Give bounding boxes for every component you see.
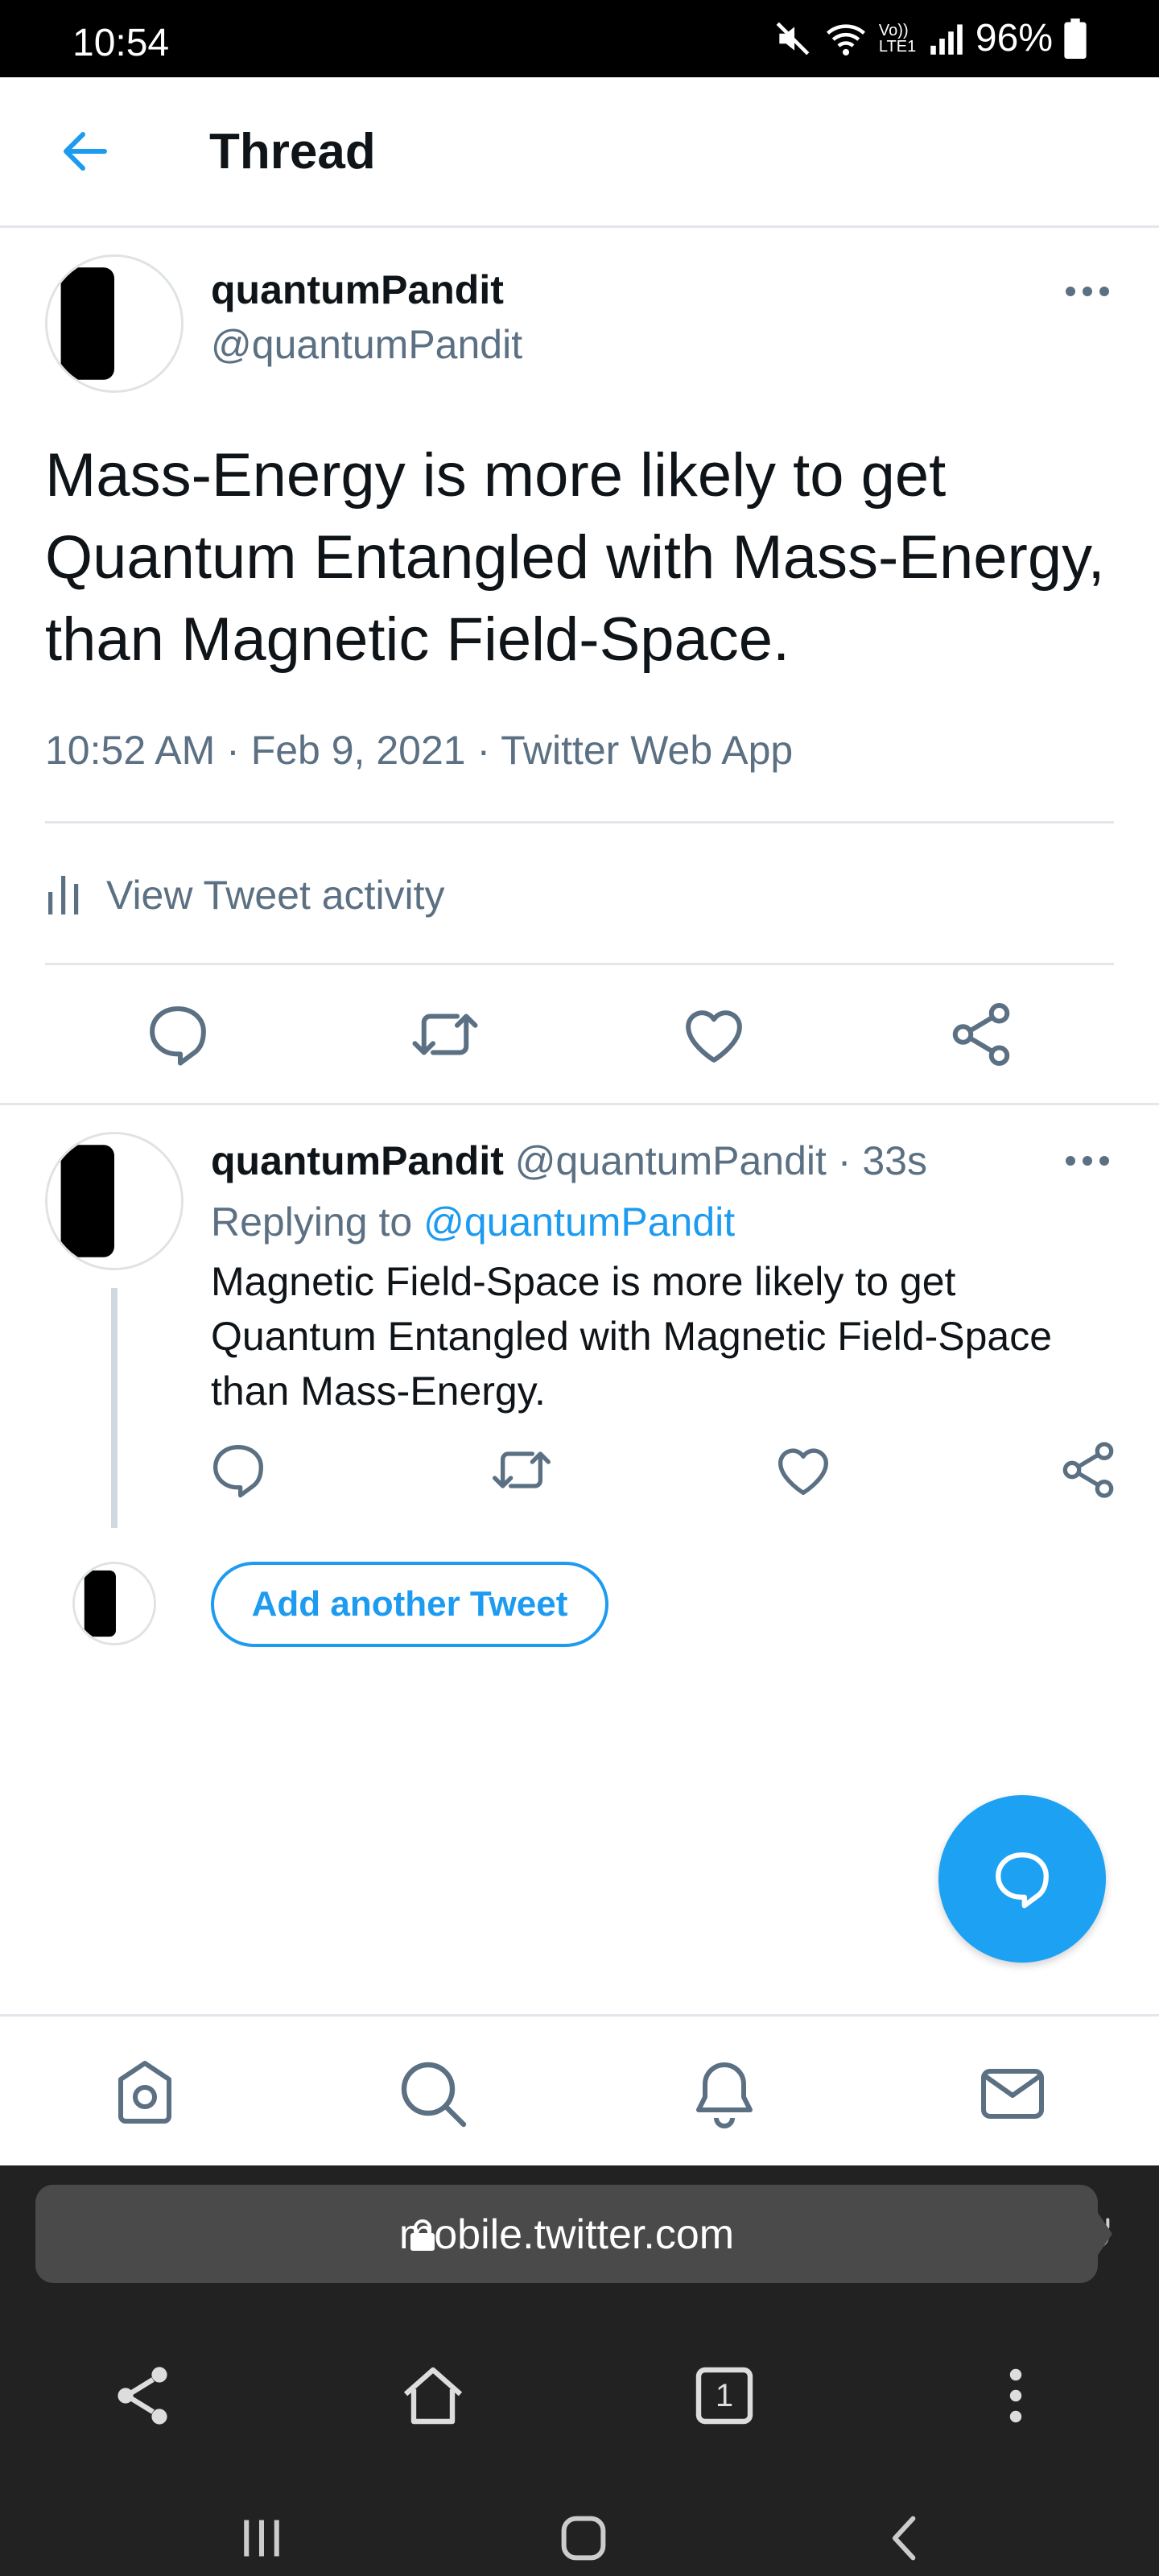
reply-text: Magnetic Field-Space is more likely to g… <box>211 1259 1053 1414</box>
nav-search[interactable] <box>394 2055 472 2132</box>
reply-more-options-button[interactable] <box>1059 1145 1116 1177</box>
author-handle[interactable]: @quantumPandit <box>211 320 522 369</box>
bottom-navigation <box>0 2014 1159 2168</box>
home-circle-icon <box>561 2516 606 2561</box>
battery-icon <box>1064 19 1087 59</box>
avatar-image <box>75 1564 154 1643</box>
browser-chrome: mobile.twitter.com 1 <box>0 2165 1159 2576</box>
tweet-text: Mass-Energy is more likely to get Quantu… <box>45 441 1105 674</box>
divider <box>45 963 1114 965</box>
replying-to: Replying to @quantumPandit <box>211 1196 735 1248</box>
avatar[interactable] <box>45 254 184 393</box>
back-button[interactable] <box>56 122 114 180</box>
nav-messages[interactable] <box>974 2055 1051 2132</box>
share-icon <box>118 2367 167 2425</box>
nav-home[interactable] <box>106 2055 184 2132</box>
more-icon <box>1066 287 1109 296</box>
separator-dot: · <box>837 1138 852 1183</box>
avatar-image <box>47 1134 181 1268</box>
reply-icon <box>213 1445 264 1498</box>
divider <box>0 1103 1159 1105</box>
messages-icon <box>981 2069 1044 2119</box>
status-bar: 10:54 Vo)) LTE1 96% <box>0 0 1159 77</box>
share-icon <box>952 1003 1010 1066</box>
address-bar-arrow <box>1079 2185 1112 2283</box>
reply-button[interactable] <box>142 998 214 1071</box>
system-home-button[interactable] <box>547 2502 620 2574</box>
reply-retweet-button[interactable] <box>489 1438 554 1502</box>
search-icon <box>401 2062 467 2128</box>
recents-icon <box>244 2520 279 2557</box>
tab-count: 1 <box>715 2378 734 2413</box>
retweet-icon <box>493 1451 551 1488</box>
home-icon <box>403 2367 463 2425</box>
reply-share-button[interactable] <box>1056 1438 1120 1502</box>
replying-prefix: Replying to <box>211 1199 413 1245</box>
wifi-icon <box>826 24 865 56</box>
replying-to-link[interactable]: @quantumPandit <box>423 1199 735 1245</box>
retweet-icon <box>412 1013 478 1055</box>
system-recents-button[interactable] <box>225 2502 298 2574</box>
reply-time[interactable]: 33s <box>862 1138 927 1183</box>
browser-share-button[interactable] <box>105 2357 182 2434</box>
reply-icon <box>150 1006 206 1066</box>
reply-icon <box>996 1852 1049 1909</box>
share-icon <box>1062 1442 1114 1498</box>
notifications-icon <box>696 2062 753 2128</box>
activity-icon <box>48 876 79 914</box>
address-bar[interactable]: mobile.twitter.com <box>35 2185 1110 2283</box>
compose-avatar <box>72 1562 156 1645</box>
back-arrow-icon <box>64 132 107 171</box>
reply-like-button[interactable] <box>771 1438 835 1502</box>
mute-icon <box>776 22 810 56</box>
status-icons: Vo)) LTE1 96% <box>773 18 1087 60</box>
author-name[interactable]: quantumPandit <box>211 266 504 314</box>
add-another-tweet-button[interactable]: Add another Tweet <box>211 1562 608 1647</box>
like-button[interactable] <box>678 998 750 1071</box>
more-options-button[interactable] <box>1059 275 1116 308</box>
like-icon <box>777 1448 829 1495</box>
battery-percent: 96% <box>975 17 1053 60</box>
network-label: Vo)) LTE1 <box>878 22 917 56</box>
browser-home-button[interactable] <box>394 2357 472 2434</box>
divider <box>45 821 1114 824</box>
like-icon <box>686 1010 742 1063</box>
browser-tabs-button[interactable]: 1 <box>686 2357 763 2434</box>
reply-reply-button[interactable] <box>206 1438 270 1502</box>
signal-icon <box>930 24 963 55</box>
back-chevron-icon <box>892 2516 916 2561</box>
avatar-image <box>47 257 181 390</box>
reply-header: quantumPandit @quantumPandit · 33s <box>211 1135 927 1187</box>
reply-author-handle[interactable]: @quantumPandit <box>515 1138 827 1183</box>
nav-notifications[interactable] <box>686 2055 763 2132</box>
status-time: 10:54 <box>72 22 170 64</box>
activity-label: View Tweet activity <box>106 873 445 918</box>
thread-header: Thread <box>0 77 1159 228</box>
menu-dots-icon <box>1009 2368 1022 2423</box>
page-title: Thread <box>209 124 376 180</box>
reply-author-name[interactable]: quantumPandit <box>211 1138 504 1183</box>
retweet-button[interactable] <box>409 998 481 1071</box>
url-text: mobile.twitter.com <box>398 2211 735 2258</box>
reply-avatar[interactable] <box>45 1132 184 1270</box>
more-icon <box>1066 1156 1109 1166</box>
thread-connector <box>111 1288 118 1528</box>
home-icon <box>118 2061 171 2124</box>
view-activity-link[interactable]: View Tweet activity <box>45 861 445 929</box>
browser-menu-button[interactable] <box>977 2357 1054 2434</box>
share-button[interactable] <box>945 998 1017 1071</box>
tweet-timestamp[interactable]: 10:52 AM · Feb 9, 2021 · Twitter Web App <box>45 724 793 776</box>
system-back-button[interactable] <box>869 2502 942 2574</box>
compose-reply-fab[interactable] <box>938 1795 1106 1963</box>
